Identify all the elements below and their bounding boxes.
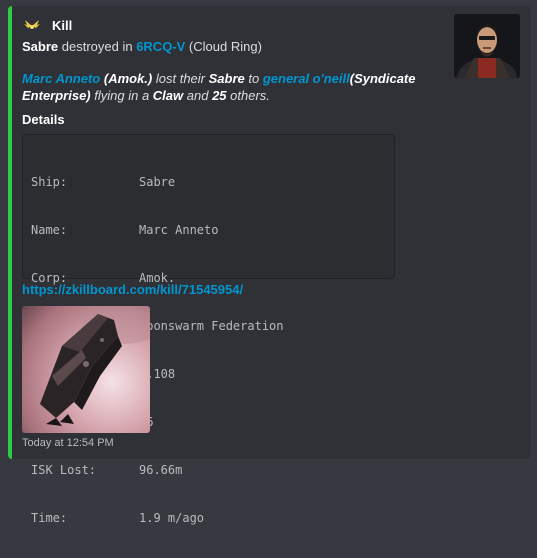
desc-text-2: to bbox=[244, 71, 263, 86]
pilot-thumbnail[interactable] bbox=[454, 14, 520, 78]
detail-row: ISK Lost: 96.66m bbox=[31, 462, 386, 478]
system-link[interactable]: 6RCQ-V bbox=[136, 39, 185, 54]
embed-timestamp: Today at 12:54 PM bbox=[22, 437, 114, 449]
embed-title: Sabre destroyed in 6RCQ-V (Cloud Ring) bbox=[22, 39, 262, 54]
zkillboard-link[interactable]: https://zkillboard.com/kill/71545954/ bbox=[22, 282, 243, 297]
detail-value: Goonswarm Federation bbox=[139, 319, 284, 333]
ship-image[interactable] bbox=[22, 306, 150, 433]
wings-icon bbox=[24, 20, 40, 29]
detail-row: Name: Marc Anneto bbox=[31, 222, 386, 238]
detail-value: Sabre bbox=[139, 175, 176, 189]
desc-text-3: flying in a bbox=[90, 88, 153, 103]
ship-render-icon bbox=[22, 306, 150, 433]
attacker-ship: Claw bbox=[152, 88, 184, 103]
author-name: Kill bbox=[52, 17, 73, 33]
others-count: 25 bbox=[212, 88, 227, 103]
field-details-heading: Details bbox=[22, 112, 65, 127]
detail-row: Ship: Sabre bbox=[31, 174, 386, 190]
title-ship: Sabre bbox=[22, 39, 59, 54]
detail-value: 1.9 m/ago bbox=[139, 511, 205, 525]
title-text: destroyed in bbox=[58, 39, 137, 54]
detail-key: ISK Lost: bbox=[31, 463, 97, 477]
kill-embed: Kill Sabre destroyed in 6RCQ-V (Cloud Ri… bbox=[8, 6, 531, 525]
detail-row: Time: 1.9 m/ago bbox=[31, 510, 386, 526]
desc-ship: Sabre bbox=[208, 71, 245, 86]
victim-link[interactable]: Marc Anneto bbox=[22, 71, 100, 86]
pilot-portrait-icon bbox=[454, 14, 520, 78]
victim-corp: (Amok.) bbox=[100, 71, 153, 86]
details-codeblock: Ship:Sabre Name:Marc Anneto Corp:Amok. A… bbox=[22, 134, 395, 525]
detail-key: Ship: bbox=[31, 175, 68, 189]
desc-text-5: others. bbox=[226, 88, 270, 103]
title-region: (Cloud Ring) bbox=[185, 39, 262, 54]
embed-description: Marc Anneto (Amok.) lost their Sabre to … bbox=[22, 70, 442, 104]
detail-key: Name: bbox=[31, 223, 68, 237]
detail-value: 96.66m bbox=[139, 463, 183, 477]
desc-text-4: and bbox=[183, 88, 213, 103]
embed-author: Kill bbox=[24, 16, 72, 34]
detail-key: Time: bbox=[31, 511, 68, 525]
detail-value: Marc Anneto bbox=[139, 223, 219, 237]
attacker-link[interactable]: general o'neill bbox=[263, 71, 350, 86]
desc-text-1: lost their bbox=[152, 71, 209, 86]
